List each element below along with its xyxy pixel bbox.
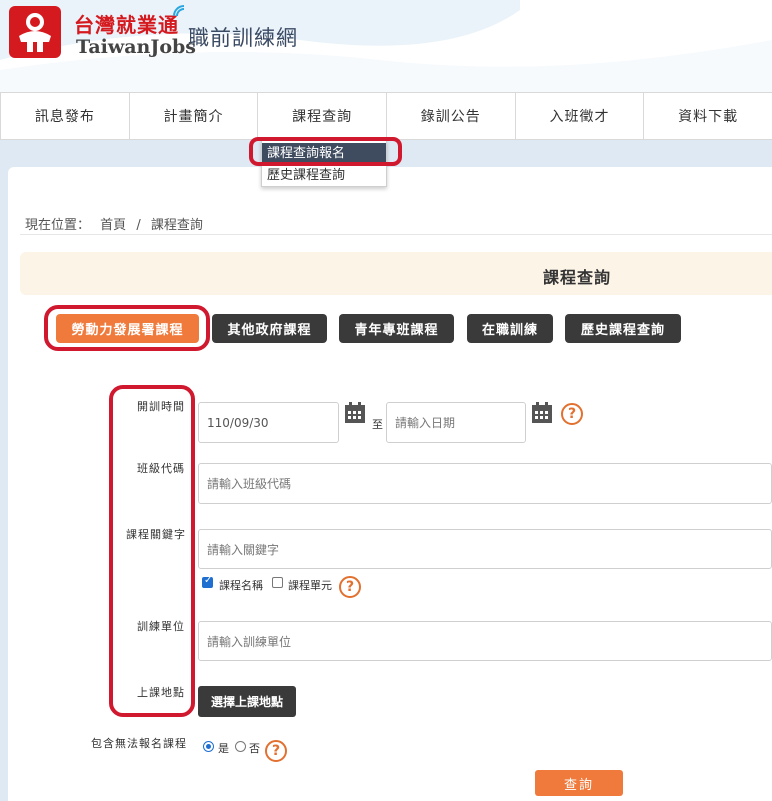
nav-item-admission-notice[interactable]: 錄訓公告 bbox=[385, 93, 515, 139]
class-code-input[interactable]: 請輸入班級代碼 bbox=[198, 463, 772, 504]
course-name-checkbox[interactable] bbox=[202, 575, 213, 588]
breadcrumb-home-link[interactable]: 首頁 bbox=[100, 218, 126, 233]
label-include-closed: 包含無法報名課程 bbox=[91, 737, 187, 750]
select-location-button[interactable]: 選擇上課地點 bbox=[198, 686, 296, 717]
include-no-radio[interactable] bbox=[235, 741, 246, 752]
breadcrumb: 現在位置： 首頁 / 課程查詢 bbox=[25, 214, 209, 233]
title-bar bbox=[20, 252, 772, 295]
calendar-icon[interactable] bbox=[344, 402, 366, 424]
nav-item-program-intro[interactable]: 計畫簡介 bbox=[128, 93, 258, 139]
include-no-label: 否 bbox=[249, 742, 260, 755]
page-title: 課程查詢 bbox=[543, 268, 612, 287]
nav-item-course-search[interactable]: 課程查詢 bbox=[257, 93, 386, 139]
help-icon[interactable]: ? bbox=[561, 403, 583, 425]
brand-name-en: TaiwanJobs bbox=[76, 36, 196, 58]
header: 台灣就業通 TaiwanJobs 職前訓練網 bbox=[0, 0, 772, 92]
site-title: 職前訓練網 bbox=[188, 26, 298, 50]
dropdown-item-history-search[interactable]: 歷史課程查詢 bbox=[262, 165, 386, 187]
help-icon[interactable]: ? bbox=[339, 576, 361, 598]
nav-item-news[interactable]: 訊息發布 bbox=[0, 93, 129, 139]
nav-item-class-recruit[interactable]: 入班徵才 bbox=[514, 93, 644, 139]
course-unit-checkbox[interactable] bbox=[272, 577, 283, 588]
breadcrumb-separator: / bbox=[136, 218, 141, 233]
annotation-highlight-tab bbox=[44, 305, 210, 351]
include-yes-label: 是 bbox=[218, 742, 229, 755]
annotation-highlight-dropdown bbox=[249, 137, 402, 166]
end-date-input[interactable]: 請輸入日期 bbox=[386, 402, 526, 443]
brand-name: 台灣就業通 bbox=[74, 13, 179, 37]
calendar-icon[interactable] bbox=[531, 402, 553, 424]
breadcrumb-current: 課程查詢 bbox=[150, 218, 203, 233]
annotation-highlight-labels bbox=[109, 385, 195, 717]
date-range-separator: 至 bbox=[372, 418, 383, 431]
tab-on-job-training[interactable]: 在職訓練 bbox=[467, 314, 553, 343]
divider bbox=[20, 234, 772, 235]
include-yes-radio[interactable] bbox=[203, 741, 214, 752]
tab-other-gov-courses[interactable]: 其他政府課程 bbox=[212, 314, 327, 343]
training-unit-input[interactable]: 請輸入訓練單位 bbox=[198, 621, 772, 661]
breadcrumb-label: 現在位置： bbox=[25, 218, 91, 233]
course-unit-option-label: 課程單元 bbox=[288, 579, 332, 592]
logo-icon[interactable] bbox=[9, 6, 61, 58]
main-nav: 訊息發布 計畫簡介 課程查詢 錄訓公告 入班徵才 資料下載 bbox=[0, 92, 772, 140]
search-submit-button[interactable]: 查詢 bbox=[535, 770, 623, 796]
tab-youth-courses[interactable]: 青年專班課程 bbox=[339, 314, 454, 343]
start-date-input[interactable]: 110/09/30 bbox=[198, 402, 339, 443]
tab-history-search[interactable]: 歷史課程查詢 bbox=[565, 314, 681, 343]
wifi-icon bbox=[173, 5, 185, 17]
keyword-input[interactable]: 請輸入關鍵字 bbox=[198, 529, 772, 569]
help-icon[interactable]: ? bbox=[265, 740, 287, 762]
course-name-option-label: 課程名稱 bbox=[219, 579, 263, 592]
nav-item-downloads[interactable]: 資料下載 bbox=[643, 93, 772, 139]
